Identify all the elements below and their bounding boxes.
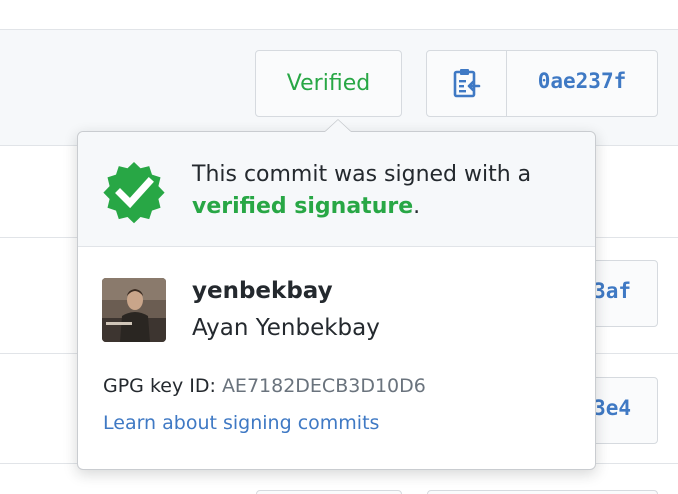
commit-sha-text: 3e4 bbox=[593, 396, 631, 420]
verified-signature-text: verified signature bbox=[192, 194, 414, 219]
clipboard-icon bbox=[453, 68, 480, 97]
copy-sha-button[interactable] bbox=[427, 51, 507, 116]
verified-button[interactable]: Verified bbox=[255, 50, 402, 117]
verified-label: Verified bbox=[286, 71, 371, 96]
gpg-key-line: GPG key ID: AE7182DECB3D10D6 bbox=[103, 375, 426, 397]
verified-button[interactable] bbox=[256, 490, 402, 494]
commit-sha-group: 0ae237f bbox=[426, 50, 658, 117]
signature-popover: This commit was signed with a verified s… bbox=[77, 131, 596, 470]
popover-header: This commit was signed with a verified s… bbox=[78, 132, 595, 247]
signature-message: This commit was signed with a verified s… bbox=[192, 159, 582, 223]
commit-sha-group[interactable] bbox=[427, 490, 658, 494]
signature-message-text: This commit was signed with a bbox=[192, 162, 532, 187]
user-full-name: Ayan Yenbekbay bbox=[192, 315, 380, 341]
user-avatar bbox=[102, 278, 166, 342]
signature-message-end: . bbox=[413, 194, 421, 219]
verified-badge-icon bbox=[103, 162, 165, 224]
commit-sha-link[interactable]: 0ae237f bbox=[507, 69, 657, 93]
commit-sha-text: 3af bbox=[593, 279, 631, 303]
gpg-key-label: GPG key ID: bbox=[103, 375, 216, 397]
avatar[interactable] bbox=[102, 278, 166, 342]
commit-row-above bbox=[0, 0, 678, 30]
user-login[interactable]: yenbekbay bbox=[192, 278, 333, 304]
popover-caret-fill bbox=[325, 120, 351, 132]
gpg-key-id: AE7182DECB3D10D6 bbox=[221, 375, 426, 397]
learn-signing-link[interactable]: Learn about signing commits bbox=[103, 412, 379, 434]
